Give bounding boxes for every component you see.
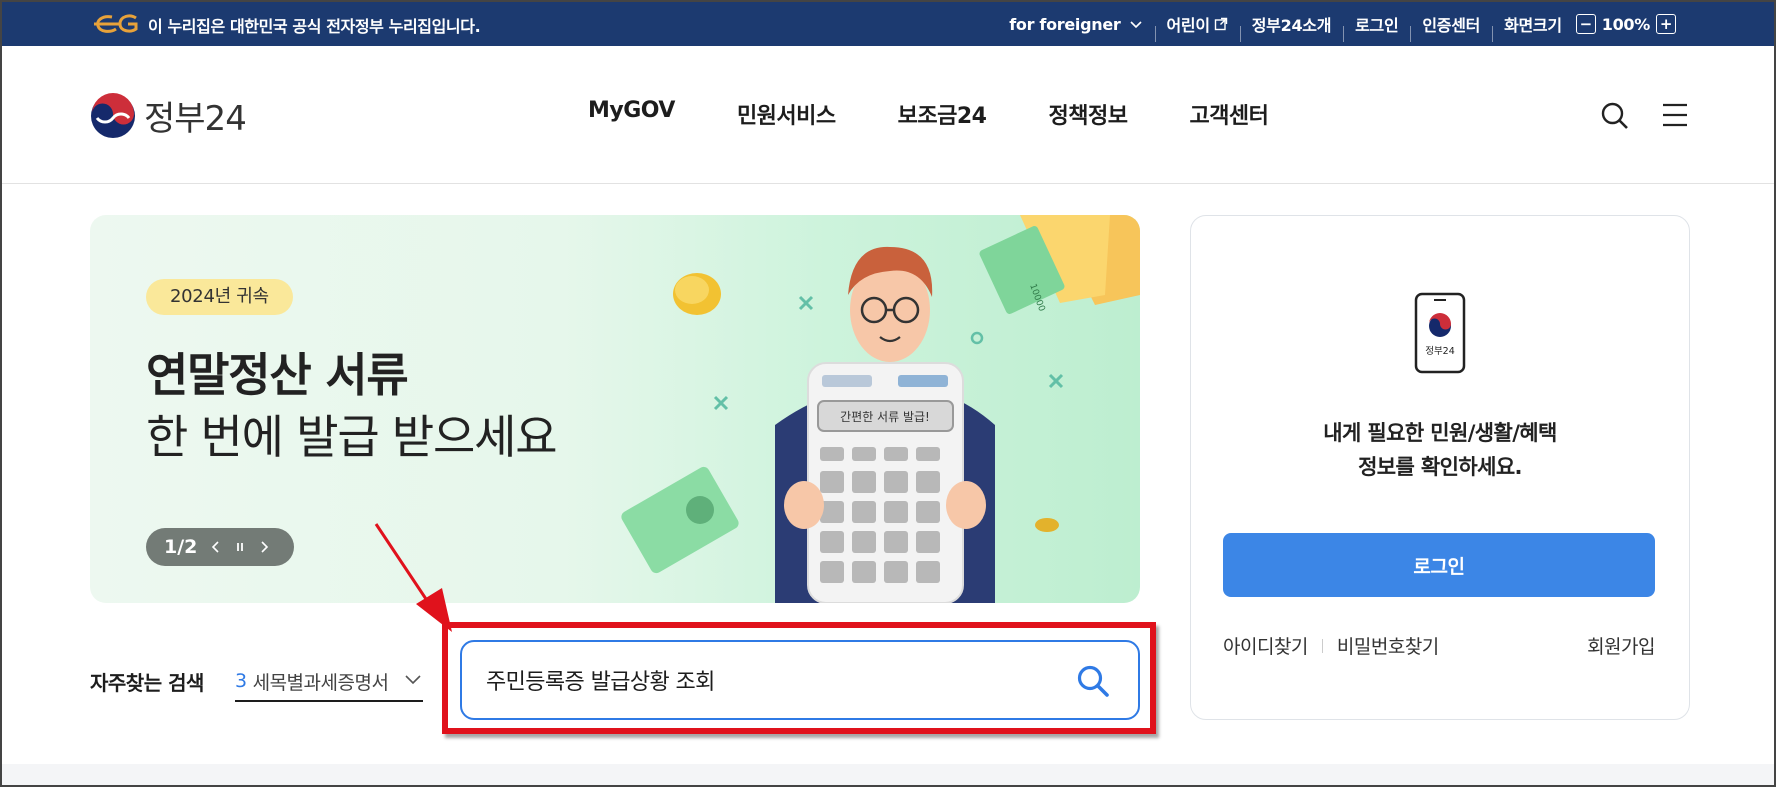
about-label: 정부24소개 — [1251, 16, 1332, 35]
login-message-line2: 정보를 확인하세요. — [1358, 455, 1522, 479]
link-divider — [1321, 638, 1323, 653]
main-search-input[interactable] — [486, 642, 1046, 718]
zoom-out-button[interactable]: − — [1575, 14, 1596, 34]
top-login-label: 로그인 — [1355, 16, 1399, 35]
prev-slide-icon[interactable] — [209, 540, 223, 554]
login-links: 아이디찾기 비밀번호찾기 회원가입 — [1223, 632, 1655, 659]
browser-frame: 이 누리집은 대한민국 공식 전자정부 누리집입니다. for foreigne… — [0, 0, 1776, 787]
search-submit-icon[interactable] — [1076, 664, 1110, 698]
chevron-down-icon — [1129, 21, 1142, 29]
zoom-value: 100% — [1601, 14, 1651, 34]
find-password-link[interactable]: 비밀번호찾기 — [1337, 632, 1439, 659]
mobile-phone-icon: 정부24 — [1414, 292, 1466, 374]
zoom-control: 화면크기 − 100% + — [1492, 12, 1688, 42]
frequent-search-item: 세목별과세증명서 — [252, 671, 389, 694]
nav-mygov[interactable]: MyGOV — [588, 98, 675, 130]
kids-label: 어린이 — [1166, 16, 1211, 35]
zoom-label: 화면크기 — [1504, 16, 1562, 35]
for-foreigner-label: for foreigner — [1009, 14, 1121, 34]
login-card: 정부24 내게 필요한 민원/생활/혜택 정보를 확인하세요. 로그인 아이디찾… — [1190, 215, 1690, 720]
cert-center-link[interactable]: 인증센터 — [1410, 12, 1492, 42]
logo-text: 정부24 — [144, 99, 247, 139]
main-header: 정부24 MyGOV 민원서비스 보조금24 정책정보 고객센터 — [2, 46, 1774, 184]
nav-customer-center[interactable]: 고객센터 — [1189, 98, 1268, 130]
login-message-line1: 내게 필요한 민원/생활/혜택 — [1323, 421, 1557, 445]
nav-subsidy24[interactable]: 보조금24 — [898, 98, 987, 130]
about-link[interactable]: 정부24소개 — [1239, 12, 1343, 42]
utility-links: for foreigner 어린이 정부24소개 로그인 인증센터 화면크기 −… — [997, 2, 1688, 46]
login-message: 내게 필요한 민원/생활/혜택 정보를 확인하세요. — [1191, 416, 1689, 484]
bottom-section-strip — [2, 764, 1774, 785]
phone-app-label: 정부24 — [1425, 346, 1455, 357]
signup-link[interactable]: 회원가입 — [1587, 632, 1655, 659]
egov-logo-icon — [94, 14, 138, 33]
nav-policy-info[interactable]: 정책정보 — [1048, 98, 1127, 130]
frequent-search-label: 자주찾는 검색 — [90, 671, 204, 695]
official-site-notice: 이 누리집은 대한민국 공식 전자정부 누리집입니다. — [148, 17, 481, 36]
banner-illustration: 10000 간편한 서류 발급! — [621, 215, 1140, 603]
for-foreigner-link[interactable]: for foreigner — [997, 15, 1154, 34]
frequent-search-rank: 3 — [235, 670, 247, 692]
banner-subtitle: 한 번에 발급 받으세요 — [146, 410, 558, 464]
promo-banner[interactable]: 2024년 귀속 연말정산 서류 한 번에 발급 받으세요 1/2 10000 — [90, 215, 1140, 603]
main-nav: MyGOV 민원서비스 보조금24 정책정보 고객센터 — [588, 98, 1330, 130]
find-id-link[interactable]: 아이디찾기 — [1223, 632, 1308, 659]
hamburger-menu-icon[interactable] — [1661, 102, 1689, 128]
chevron-down-icon — [405, 675, 421, 685]
calculator-label: 간편한 서류 발급! — [840, 410, 930, 424]
pager-count: 1/2 — [164, 536, 198, 558]
main-search-box — [460, 640, 1140, 720]
top-utility-bar: 이 누리집은 대한민국 공식 전자정부 누리집입니다. for foreigne… — [2, 2, 1774, 46]
gov24-logo[interactable]: 정부24 — [90, 91, 247, 140]
login-button[interactable]: 로그인 — [1223, 533, 1655, 597]
red-arrow-annotation — [374, 523, 452, 632]
banner-badge: 2024년 귀속 — [146, 279, 293, 315]
taegeuk-icon — [91, 92, 135, 138]
top-login-link[interactable]: 로그인 — [1343, 12, 1410, 42]
search-icon[interactable] — [1600, 101, 1630, 131]
zoom-in-button[interactable]: + — [1656, 14, 1676, 34]
next-slide-icon[interactable] — [257, 540, 271, 554]
external-link-icon — [1214, 17, 1227, 31]
cert-center-label: 인증센터 — [1422, 16, 1481, 35]
pause-icon[interactable] — [233, 540, 247, 554]
banner-pager: 1/2 — [146, 528, 294, 566]
frequent-search-dropdown[interactable]: 3 세목별과세증명서 — [235, 662, 423, 702]
banner-title: 연말정산 서류 — [146, 348, 409, 402]
nav-civil-service[interactable]: 민원서비스 — [737, 98, 836, 130]
kids-link[interactable]: 어린이 — [1154, 12, 1240, 42]
